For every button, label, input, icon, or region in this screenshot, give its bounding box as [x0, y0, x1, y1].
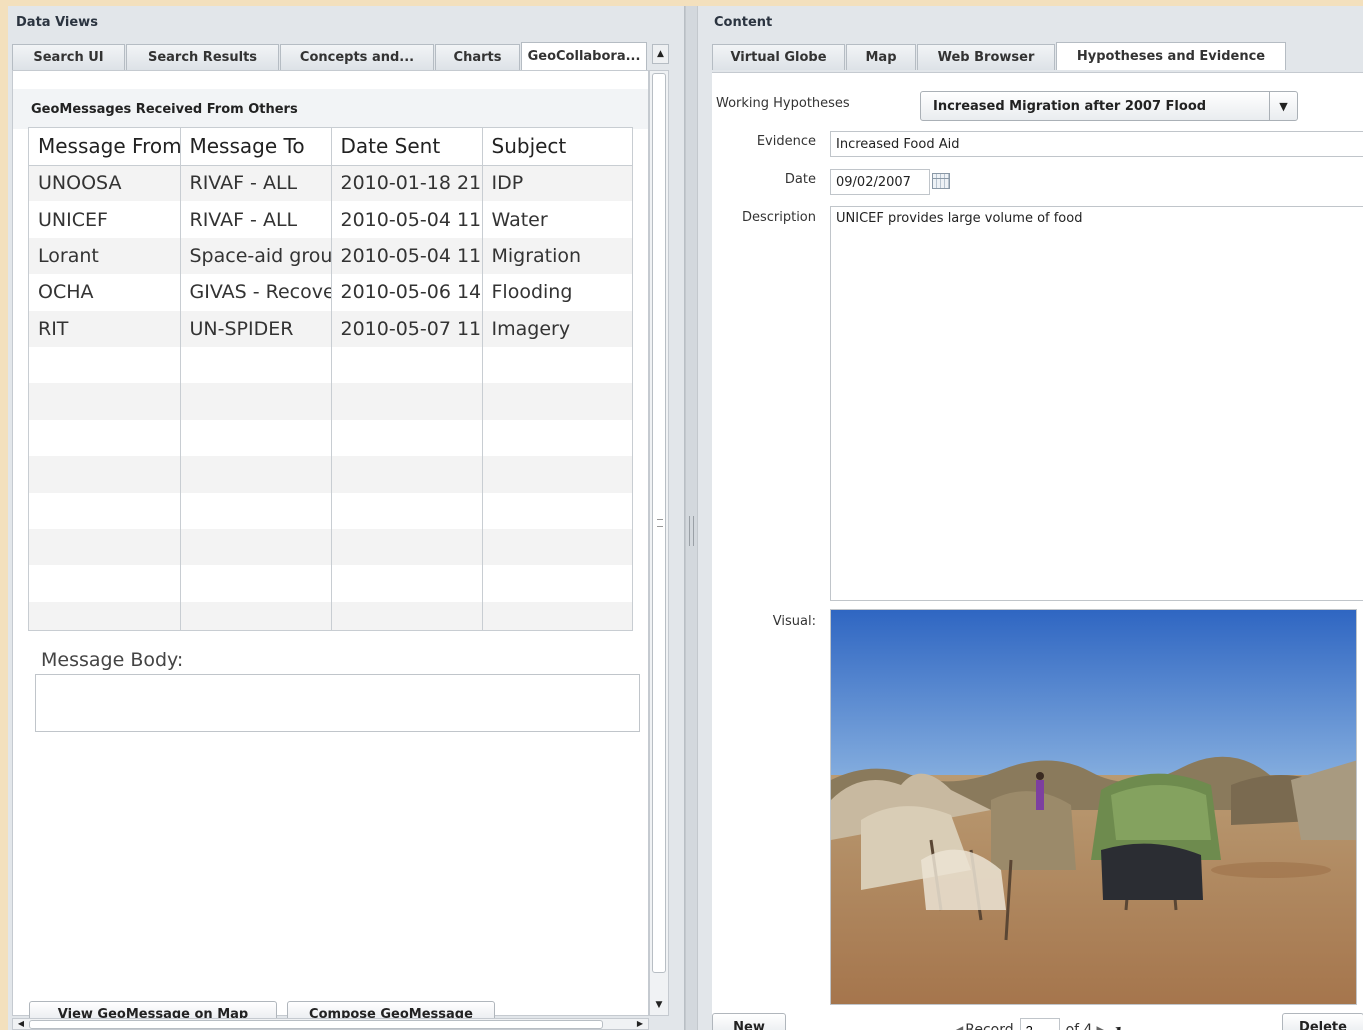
tab-hypotheses-and-evidence[interactable]: Hypotheses and Evidence — [1056, 42, 1286, 70]
cell-date-sent: 2010-05-07 11 — [331, 310, 483, 347]
cell-subject: Flooding — [482, 274, 632, 311]
cell-message-from: OCHA — [29, 274, 181, 311]
cell-message-from: RIT — [29, 310, 181, 347]
geocollaboration-content: GeoMessages Received From Others Message… — [12, 70, 649, 1027]
visual-label: Visual: — [772, 614, 816, 629]
date-field[interactable]: 09/02/2007 — [830, 169, 930, 195]
evidence-field[interactable]: Increased Food Aid — [830, 131, 1363, 157]
data-views-tabbar: Search UI Search Results Concepts and...… — [12, 42, 648, 70]
vertical-scrollbar[interactable]: ▼ — [649, 70, 669, 1016]
horizontal-scrollbar[interactable]: ◀ ▶ — [12, 1018, 649, 1030]
cell-message-from: UNOOSA — [29, 165, 181, 202]
evidence-label: Evidence — [756, 134, 816, 149]
mouse-cursor-icon: ➚ — [1109, 1020, 1124, 1030]
scroll-right-arrow-icon[interactable]: ▶ — [634, 1019, 646, 1029]
empty-row — [29, 565, 632, 602]
table-row[interactable]: OCHA GIVAS - Recovery 2010-05-06 14 Floo… — [29, 274, 632, 311]
tab-search-results[interactable]: Search Results — [126, 44, 279, 70]
cell-date-sent: 2010-01-18 21 — [331, 165, 483, 202]
record-pager: ◀ Record of 4 ▶ ➚ — [954, 1017, 1123, 1030]
next-record-icon[interactable]: ▶ — [1096, 1023, 1105, 1030]
empty-row — [29, 383, 632, 420]
date-label: Date — [784, 172, 816, 187]
table-row[interactable]: UNICEF RIVAF - ALL 2010-05-04 11 Water — [29, 201, 632, 238]
cell-message-from: Lorant — [29, 237, 181, 275]
tab-geocollaboration[interactable]: GeoCollabora... — [521, 42, 647, 70]
horizontal-scroll-thumb[interactable] — [29, 1020, 603, 1029]
geomessages-grid: Message From Message To Date Sent Subjec… — [28, 127, 633, 631]
grid-header-row: Message From Message To Date Sent Subjec… — [29, 128, 632, 166]
tab-web-browser[interactable]: Web Browser — [917, 44, 1055, 70]
table-row[interactable]: UNOOSA RIVAF - ALL 2010-01-18 21 IDP — [29, 165, 632, 202]
new-button[interactable]: New — [712, 1013, 786, 1030]
record-total: of 4 — [1065, 1022, 1093, 1030]
cell-message-to: GIVAS - Recovery — [180, 274, 332, 311]
panel-splitter[interactable] — [685, 6, 698, 1030]
description-field[interactable]: UNICEF provides large volume of food — [830, 206, 1363, 601]
previous-record-icon[interactable]: ◀ — [954, 1023, 963, 1030]
tab-concepts[interactable]: Concepts and... — [280, 44, 434, 70]
record-label: Record — [965, 1022, 1014, 1030]
cell-date-sent: 2010-05-06 14 — [331, 274, 483, 311]
cell-message-to: RIVAF - ALL — [180, 201, 332, 238]
cell-message-to: Space-aid group — [180, 237, 332, 275]
hypotheses-evidence-form: Working Hypotheses Increased Migration a… — [712, 72, 1363, 1030]
tab-map[interactable]: Map — [846, 44, 916, 70]
cell-subject: IDP — [482, 165, 632, 202]
description-label: Description — [741, 210, 816, 225]
empty-row — [29, 346, 632, 384]
record-number-input[interactable] — [1019, 1018, 1060, 1030]
content-tabbar: Virtual Globe Map Web Browser Hypotheses… — [712, 42, 1287, 70]
column-header-message-to[interactable]: Message To — [180, 128, 332, 166]
scroll-down-arrow-icon[interactable]: ▼ — [652, 997, 666, 1013]
table-row[interactable]: Lorant Space-aid group 2010-05-04 11 Mig… — [29, 237, 632, 275]
empty-row — [29, 601, 632, 630]
working-hypotheses-label: Working Hypotheses — [716, 96, 850, 111]
evidence-photo — [830, 609, 1357, 1005]
tab-search-ui[interactable]: Search UI — [12, 44, 125, 70]
column-header-subject[interactable]: Subject — [482, 128, 632, 166]
tab-virtual-globe[interactable]: Virtual Globe — [712, 44, 845, 70]
cell-date-sent: 2010-05-04 11 — [331, 237, 483, 275]
tab-charts[interactable]: Charts — [435, 44, 520, 70]
cell-subject: Imagery — [482, 310, 632, 347]
cell-message-to: RIVAF - ALL — [180, 165, 332, 202]
data-views-title: Data Views — [16, 15, 98, 30]
scroll-left-arrow-icon[interactable]: ◀ — [15, 1019, 27, 1029]
working-hypotheses-value: Increased Migration after 2007 Flood — [933, 99, 1207, 114]
cell-date-sent: 2010-05-04 11 — [331, 201, 483, 238]
working-hypotheses-select[interactable]: Increased Migration after 2007 Flood ▼ — [920, 91, 1298, 121]
empty-row — [29, 419, 632, 457]
column-header-message-from[interactable]: Message From — [29, 128, 181, 166]
cell-subject: Migration — [482, 237, 632, 275]
content-title: Content — [714, 15, 773, 30]
message-body-field[interactable] — [35, 674, 640, 732]
message-body-label: Message Body: — [41, 649, 184, 671]
table-row[interactable]: RIT UN-SPIDER 2010-05-07 11 Imagery — [29, 310, 632, 347]
calendar-icon[interactable] — [932, 173, 950, 189]
scroll-thumb[interactable] — [652, 73, 666, 973]
empty-row — [29, 492, 632, 529]
cell-subject: Water — [482, 201, 632, 238]
cell-message-to: UN-SPIDER — [180, 310, 332, 347]
tab-scroll-up-arrow-icon[interactable]: ▲ — [652, 44, 669, 64]
cell-message-from: UNICEF — [29, 201, 181, 238]
delete-button[interactable]: Delete — [1282, 1013, 1363, 1030]
chevron-down-icon[interactable]: ▼ — [1269, 92, 1297, 120]
empty-row — [29, 456, 632, 493]
section-title: GeoMessages Received From Others — [13, 89, 648, 129]
content-panel: Content Virtual Globe Map Web Browser Hy… — [698, 6, 1363, 1030]
empty-row — [29, 528, 632, 566]
column-header-date-sent[interactable]: Date Sent — [331, 128, 483, 166]
data-views-panel: Data Views Search UI Search Results Conc… — [8, 6, 685, 1030]
